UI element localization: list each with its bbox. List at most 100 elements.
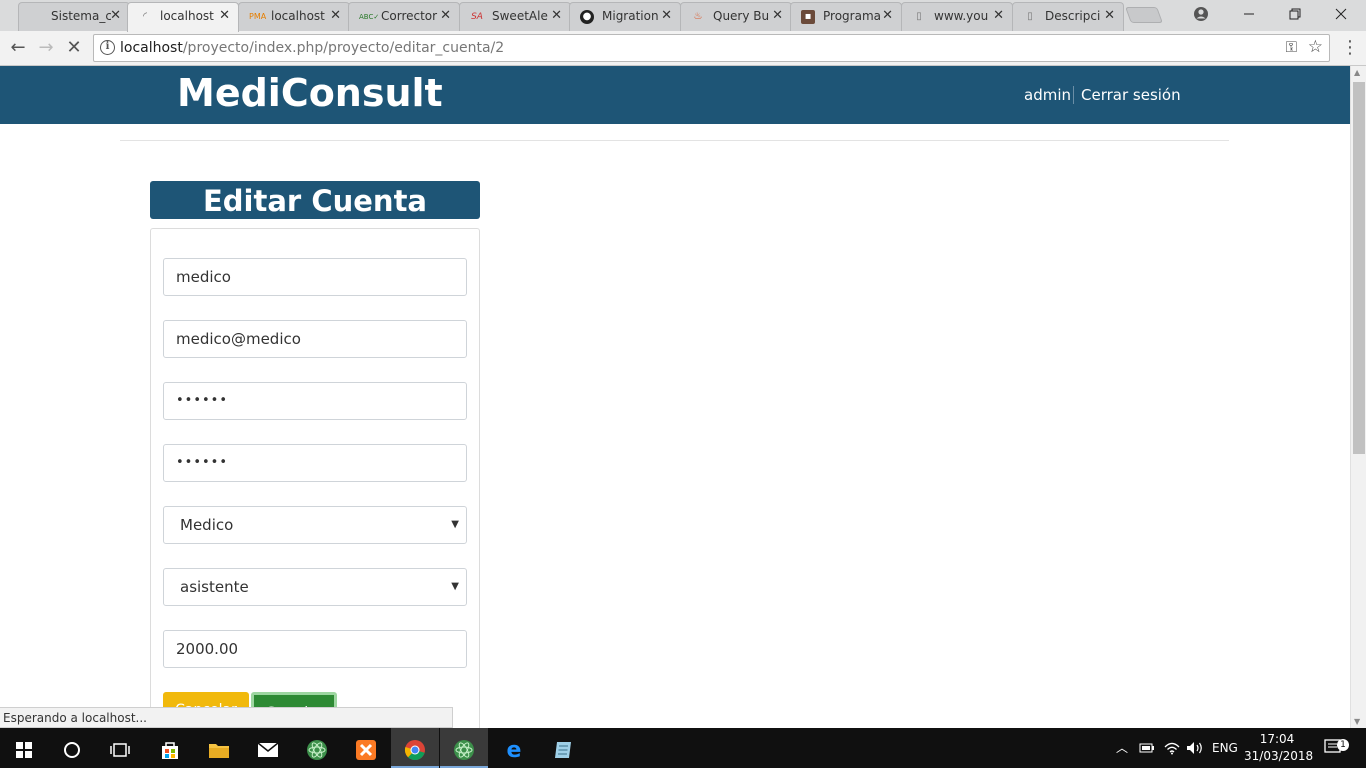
nav-divider [1073, 86, 1074, 104]
tab-title: SweetAle [492, 9, 548, 23]
close-window-icon[interactable] [1318, 0, 1364, 28]
browser-tab[interactable]: SA SweetAle ✕ [459, 2, 571, 31]
restore-icon[interactable] [1272, 0, 1318, 28]
tab-close-icon[interactable]: ✕ [330, 8, 341, 23]
amount-field[interactable]: 2000.00 [163, 630, 467, 668]
scroll-thumb[interactable] [1353, 82, 1365, 454]
chevron-down-icon: ▼ [451, 519, 459, 530]
url-path: /proyecto/index.php/proyecto/editar_cuen… [182, 40, 505, 56]
minimize-icon[interactable] [1226, 0, 1272, 28]
password-confirm-field[interactable]: •••••• [163, 444, 467, 482]
chrome-icon[interactable] [391, 728, 439, 768]
tab-close-icon[interactable]: ✕ [993, 8, 1004, 23]
tab-close-icon[interactable]: ✕ [661, 8, 672, 23]
clock-time: 17:04 [1259, 732, 1295, 746]
tab-title: Corrector [381, 9, 438, 23]
browser-tab[interactable]: ABC✓ Corrector ✕ [348, 2, 460, 31]
browser-menu-icon[interactable]: ⋮ [1341, 37, 1359, 58]
sweetalert-icon: SA [471, 12, 483, 22]
tab-close-icon[interactable]: ✕ [1104, 8, 1115, 23]
tab-close-icon[interactable]: ✕ [440, 8, 451, 23]
notepad-icon[interactable] [539, 728, 587, 768]
system-clock[interactable]: 17:04 31/03/2018 [1244, 731, 1313, 765]
task-view-icon[interactable] [96, 728, 144, 768]
browser-toolbar: ← → ✕ i localhost/proyecto/index.php/pro… [0, 31, 1366, 66]
tab-title: Programa [823, 9, 881, 23]
loading-icon: ◜ [143, 11, 147, 22]
edge-icon[interactable]: e [490, 728, 538, 768]
web-page: MediConsult admin Cerrar sesión Editar C… [0, 66, 1350, 728]
password-field[interactable]: •••••• [163, 382, 467, 420]
bookmark-star-icon[interactable]: ☆ [1308, 37, 1323, 57]
atom-editor-icon[interactable] [293, 728, 341, 768]
url-host: localhost [120, 40, 183, 56]
blank-icon [29, 10, 43, 24]
atom-editor-icon[interactable] [440, 728, 488, 768]
key-icon[interactable]: ⚿ [1286, 38, 1297, 56]
windows-taskbar: e ︿ ENG 17:04 31/03/2018 1 [0, 728, 1366, 768]
new-tab-button[interactable] [1125, 7, 1163, 23]
tab-title: localhost [160, 9, 214, 23]
tab-close-icon[interactable]: ✕ [110, 8, 121, 23]
battery-icon[interactable] [1139, 728, 1155, 768]
tab-title: Descripci [1045, 9, 1101, 23]
browser-tab-strip: Sistema_c ✕ ◜ localhost ✕ PMA localhost … [0, 0, 1366, 32]
browser-tab[interactable]: Sistema_c ✕ [18, 2, 130, 31]
wifi-icon[interactable] [1164, 728, 1180, 768]
tab-title: Migration [602, 9, 659, 23]
profile-icon[interactable] [1178, 0, 1224, 28]
browser-tab[interactable]: ▯ www.you ✕ [901, 2, 1013, 31]
tab-title: Query Bu [713, 9, 770, 23]
tab-close-icon[interactable]: ✕ [551, 8, 562, 23]
browser-tab[interactable]: ♨ Query Bu ✕ [680, 2, 792, 31]
page-title: Editar Cuenta [150, 181, 480, 219]
back-arrow-icon[interactable]: ← [6, 36, 30, 60]
browser-tab-active[interactable]: ◜ localhost ✕ [127, 2, 239, 32]
volume-icon[interactable] [1186, 728, 1204, 768]
language-indicator[interactable]: ENG [1212, 728, 1238, 768]
browser-tab[interactable]: ▪ Programa ✕ [790, 2, 902, 31]
site-info-icon[interactable]: i [100, 40, 115, 55]
app-navbar: MediConsult admin Cerrar sesión [0, 66, 1350, 124]
url-text[interactable]: localhost/proyecto/index.php/proyecto/ed… [120, 40, 504, 56]
tab-title: localhost [271, 9, 325, 23]
username-field[interactable]: medico [163, 258, 467, 296]
phpmyadmin-icon: PMA [249, 12, 267, 21]
browser-tab[interactable]: ● Migration ✕ [569, 2, 681, 31]
abc-icon: ABC✓ [359, 13, 380, 21]
assistant-select[interactable]: asistente ▼ [163, 568, 467, 606]
browser-tab[interactable]: ▯ Descripci ✕ [1012, 2, 1124, 31]
page-scrollbar[interactable]: ▲ ▼ [1350, 66, 1366, 728]
stop-loading-icon[interactable]: ✕ [62, 36, 86, 60]
notifications-icon[interactable]: 1 [1324, 728, 1349, 768]
scroll-down-icon[interactable]: ▼ [1354, 717, 1360, 726]
chevron-down-icon: ▼ [451, 581, 459, 592]
address-bar[interactable]: i localhost/proyecto/index.php/proyecto/… [93, 34, 1330, 62]
browser-tab[interactable]: PMA localhost ✕ [238, 2, 350, 31]
forward-arrow-icon[interactable]: → [34, 36, 58, 60]
store-icon[interactable] [146, 728, 194, 768]
nav-user-link[interactable]: admin [1024, 86, 1071, 104]
search-icon[interactable] [48, 728, 96, 768]
codeigniter-icon: ♨ [693, 11, 703, 22]
notification-count: 1 [1337, 739, 1349, 751]
loading-status: Esperando a localhost... [0, 707, 453, 728]
logout-link[interactable]: Cerrar sesión [1081, 86, 1181, 104]
app-brand[interactable]: MediConsult [177, 71, 443, 115]
email-field[interactable]: medico@medico [163, 320, 467, 358]
show-hidden-icons-icon[interactable]: ︿ [1116, 728, 1128, 768]
tab-close-icon[interactable]: ✕ [219, 8, 230, 23]
tab-title: Sistema_c [51, 9, 111, 23]
file-explorer-icon[interactable] [195, 728, 243, 768]
tab-close-icon[interactable]: ✕ [772, 8, 783, 23]
divider [120, 140, 1229, 141]
mail-icon[interactable] [244, 728, 292, 768]
xampp-icon[interactable] [342, 728, 390, 768]
svg-text:e: e [507, 739, 522, 761]
scroll-up-icon[interactable]: ▲ [1354, 68, 1360, 77]
github-icon: ● [580, 10, 594, 24]
role-select[interactable]: Medico ▼ [163, 506, 467, 544]
role-select-value: Medico [180, 516, 234, 534]
tab-close-icon[interactable]: ✕ [882, 8, 893, 23]
windows-start-icon[interactable] [0, 728, 48, 768]
